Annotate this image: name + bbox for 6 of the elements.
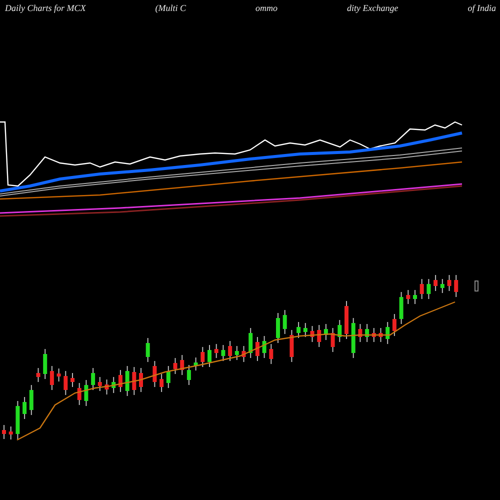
chart-title: of India [468, 3, 496, 15]
chart-title: dity Exchange [347, 3, 398, 15]
chart-title: ommo [256, 3, 278, 15]
hollow-candle [474, 280, 478, 292]
chart-title: Daily Charts for MCX [5, 3, 86, 15]
chart-title: (Multi C [155, 3, 186, 15]
